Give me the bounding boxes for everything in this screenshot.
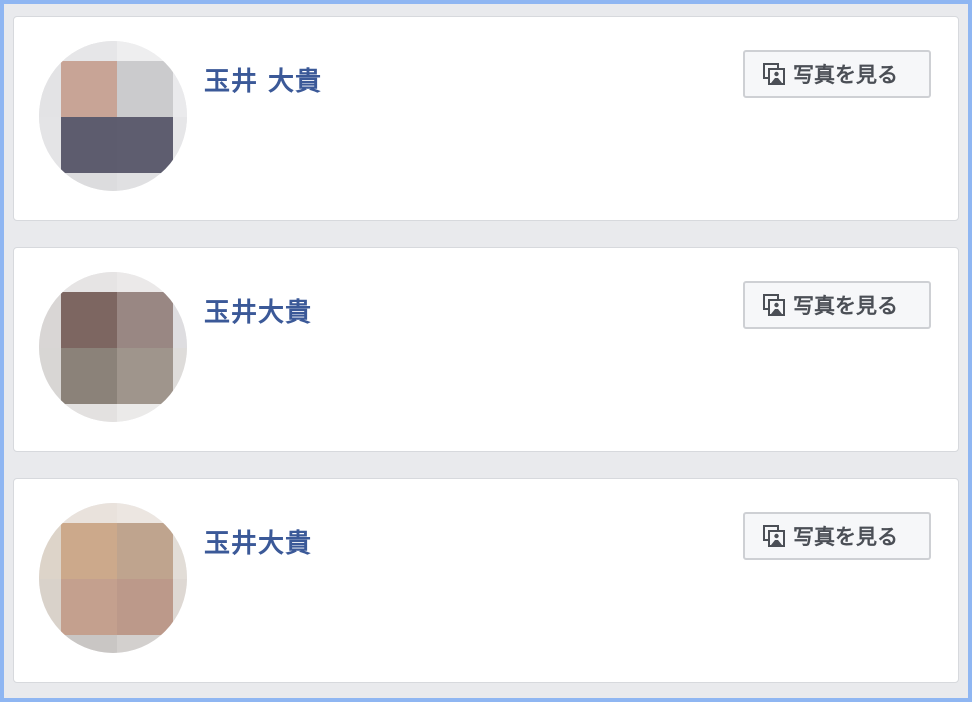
view-photos-button[interactable]: 写真を見る [743, 512, 931, 560]
photos-icon [763, 63, 785, 85]
avatar-mosaic-tile [61, 579, 117, 635]
avatar-mosaic-tile [117, 292, 173, 348]
avatar-mosaic-tile [173, 404, 187, 422]
result-card: 玉井大貴 写真を見る [13, 478, 959, 683]
avatar-mosaic-tile [61, 635, 117, 653]
avatar-mosaic-tile [117, 117, 173, 173]
profile-name-link[interactable]: 玉井大貴 [204, 523, 312, 560]
photos-icon [763, 294, 785, 316]
avatar-mosaic-tile [173, 173, 187, 191]
view-photos-button[interactable]: 写真を見る [743, 50, 931, 98]
view-photos-label: 写真を見る [793, 294, 898, 318]
avatar-mosaic-tile [117, 61, 173, 117]
view-photos-button[interactable]: 写真を見る [743, 281, 931, 329]
view-photos-label: 写真を見る [793, 63, 898, 87]
profile-name-link[interactable]: 玉井 大貴 [204, 61, 322, 98]
result-card: 玉井大貴 写真を見る [13, 247, 959, 452]
avatar-mosaic-tile [173, 348, 187, 404]
avatar-mosaic-tile [117, 523, 173, 579]
avatar-mosaic-tile [61, 292, 117, 348]
avatar-mosaic-tile [61, 117, 117, 173]
avatar-mosaic-tile [117, 404, 173, 422]
photos-icon [763, 525, 785, 547]
avatar-mosaic-tile [173, 292, 187, 348]
profile-avatar[interactable] [39, 272, 187, 422]
avatar-mosaic-tile [173, 523, 187, 579]
avatar-mosaic-tile [117, 635, 173, 653]
avatar-mosaic-tile [173, 61, 187, 117]
avatar-mosaic-tile [173, 635, 187, 653]
avatar-mosaic-tile [61, 404, 117, 422]
avatar-mosaic-tile [117, 173, 173, 191]
view-photos-label: 写真を見る [793, 525, 898, 549]
avatar-mosaic-tile [61, 173, 117, 191]
avatar-mosaic-tile [117, 348, 173, 404]
avatar-mosaic-tile [61, 348, 117, 404]
avatar-mosaic-tile [117, 579, 173, 635]
avatar-mosaic-tile [61, 523, 117, 579]
search-results-frame: 玉井 大貴 写真を見る 玉井大貴 写真を見る 玉井大貴 写真を見る [0, 0, 972, 702]
profile-avatar[interactable] [39, 41, 187, 191]
avatar-mosaic-tile [173, 579, 187, 635]
profile-name-link[interactable]: 玉井大貴 [204, 292, 312, 329]
profile-avatar[interactable] [39, 503, 187, 653]
result-card: 玉井 大貴 写真を見る [13, 16, 959, 221]
avatar-mosaic-tile [61, 61, 117, 117]
avatar-mosaic-tile [173, 117, 187, 173]
